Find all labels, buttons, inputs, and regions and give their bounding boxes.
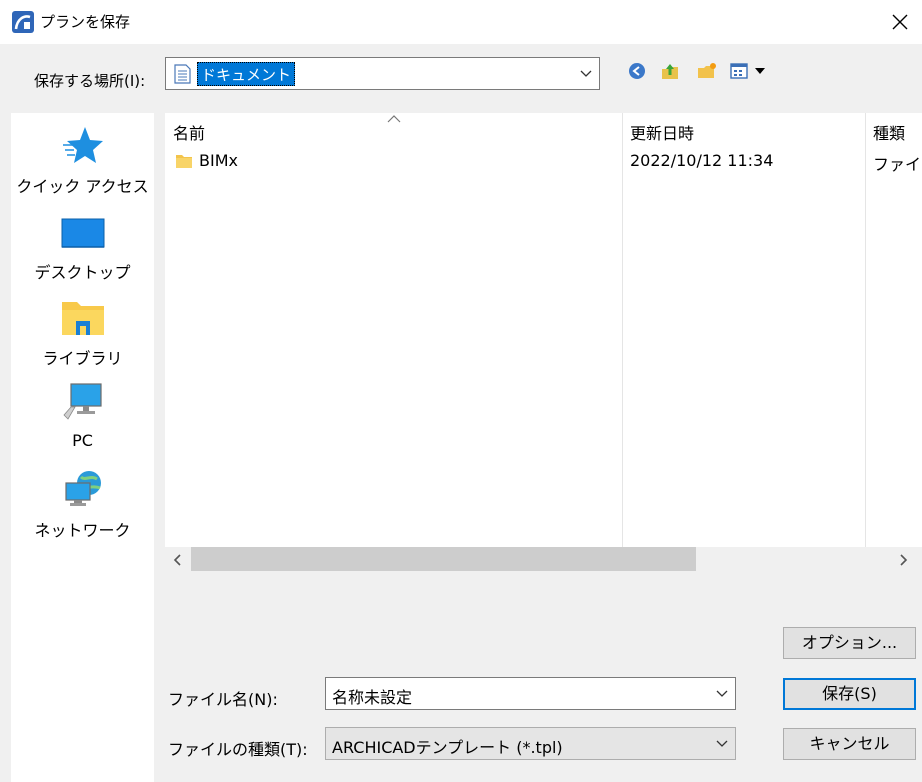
file-date: 2022/10/12 11:34 <box>630 151 774 170</box>
chevron-down-icon[interactable] <box>715 687 729 701</box>
filetype-select[interactable]: ARCHICADテンプレート (*.tpl) <box>325 727 736 760</box>
back-button[interactable] <box>625 60 649 82</box>
up-folder-button[interactable] <box>658 60 682 82</box>
new-folder-icon <box>698 63 716 78</box>
title-bar: プランを保存 <box>0 0 922 44</box>
computer-icon <box>62 383 102 420</box>
place-quick-access[interactable]: クイック アクセス <box>11 115 154 196</box>
up-folder-icon <box>662 64 678 79</box>
places-sidebar: クイック アクセス デスクトップ ライブラリ PC ネットワーク <box>11 113 154 782</box>
place-label: デスクトップ <box>34 263 131 282</box>
sort-ascending-icon <box>387 115 401 123</box>
save-location-value: ドキュメント <box>197 62 296 86</box>
filename-input[interactable]: 名称未設定 <box>325 677 736 710</box>
column-divider[interactable] <box>865 113 866 547</box>
filetype-label: ファイルの種類(T): <box>168 740 308 759</box>
place-network[interactable]: ネットワーク <box>11 459 154 540</box>
place-label: クイック アクセス <box>16 177 149 196</box>
place-label: ライブラリ <box>42 349 123 368</box>
close-icon[interactable] <box>886 8 914 36</box>
view-grid-icon <box>730 63 748 79</box>
cancel-button[interactable]: キャンセル <box>783 728 916 760</box>
desktop-icon <box>61 218 104 248</box>
save-location-label: 保存する場所(I): <box>34 72 146 90</box>
column-header-name[interactable]: 名前 <box>173 120 205 144</box>
star-icon <box>62 127 103 163</box>
chevron-down-icon[interactable] <box>715 737 729 751</box>
save-location-combo[interactable]: ドキュメント <box>165 57 600 90</box>
filename-label: ファイル名(N): <box>168 690 278 709</box>
column-divider[interactable] <box>622 113 623 547</box>
scroll-left-icon[interactable] <box>170 552 186 568</box>
place-library[interactable]: ライブラリ <box>11 287 154 368</box>
view-menu-button[interactable] <box>730 60 774 82</box>
file-type: ファイル <box>873 155 922 174</box>
filename-value: 名称未設定 <box>332 688 413 707</box>
scrollbar-thumb[interactable] <box>191 547 696 571</box>
back-arrow-icon <box>629 63 645 79</box>
file-row[interactable]: BIMx 2022/10/12 11:34 ファイル <box>165 149 922 174</box>
document-icon <box>174 64 191 84</box>
save-button[interactable]: 保存(S) <box>783 678 916 710</box>
window-title: プランを保存 <box>40 13 131 31</box>
library-folder-icon <box>61 302 104 335</box>
place-label: PC <box>72 431 93 450</box>
horizontal-scrollbar[interactable] <box>165 547 922 573</box>
options-button[interactable]: オプション... <box>783 627 916 659</box>
scroll-right-icon[interactable] <box>895 552 911 568</box>
dropdown-arrow-icon <box>755 68 765 74</box>
place-label: ネットワーク <box>34 521 131 540</box>
folder-icon <box>176 155 192 168</box>
filetype-value: ARCHICADテンプレート (*.tpl) <box>332 738 563 757</box>
column-header-type[interactable]: 種類 <box>873 120 905 144</box>
column-header-date[interactable]: 更新日時 <box>630 120 694 144</box>
place-desktop[interactable]: デスクトップ <box>11 201 154 282</box>
file-list[interactable]: 名前 更新日時 種類 BIMx 2022/10/12 11:34 ファイル <box>165 113 922 547</box>
place-pc[interactable]: PC <box>11 373 154 453</box>
new-folder-button[interactable] <box>695 60 719 82</box>
archicad-app-icon <box>12 11 34 33</box>
file-name: BIMx <box>199 151 238 170</box>
network-icon <box>64 471 101 506</box>
chevron-down-icon[interactable] <box>579 67 593 81</box>
